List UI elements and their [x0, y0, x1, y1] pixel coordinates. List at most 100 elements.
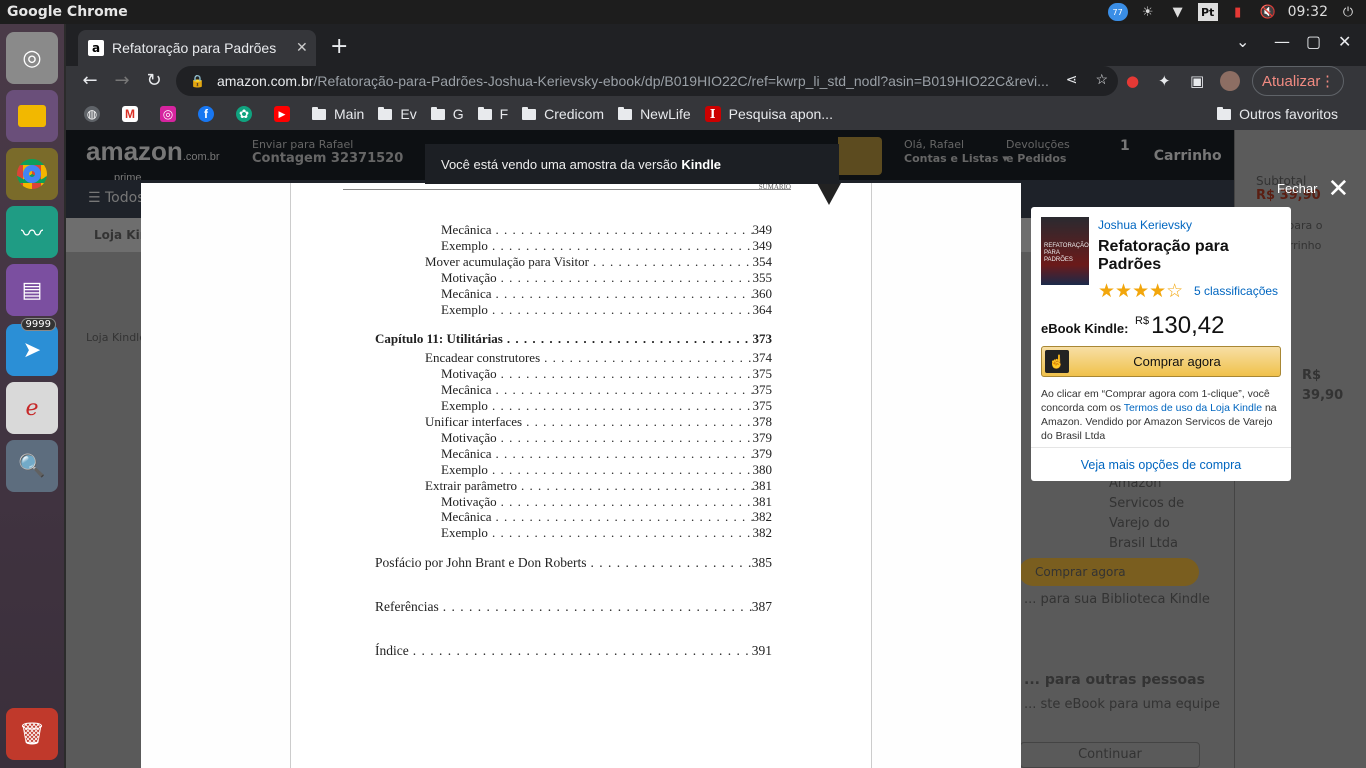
weather-indicator-icon[interactable]: 77: [1107, 3, 1128, 21]
minimize-icon[interactable]: —: [1274, 32, 1290, 51]
price: R$ 130,42: [1135, 312, 1225, 339]
book-page[interactable]: SUMÁRIO Mecânica349Exemplo349Mover acumu…: [290, 183, 872, 768]
system-tray: 77 ☀ ▼ Pt ▮ 🔇 09:32 ⏻: [1107, 0, 1366, 24]
toc-entry: Capítulo 11: Utilitárias373: [375, 331, 772, 347]
bookmark-folder-g[interactable]: G: [430, 106, 464, 122]
new-tab-icon[interactable]: +: [330, 34, 348, 59]
ubuntu-logo-icon[interactable]: ◎: [6, 32, 58, 84]
toc-entry: Extrair parâmetro381: [425, 478, 772, 494]
book-cover[interactable]: REFATORAÇÃO PARA PADRÕES: [1041, 217, 1089, 285]
buy-now-ghost-button[interactable]: Comprar agora: [1019, 558, 1199, 586]
profile-avatar[interactable]: [1220, 71, 1240, 91]
back-icon[interactable]: ←: [78, 70, 102, 91]
account-lists[interactable]: Olá, Rafael Contas e Listas ▾: [904, 138, 1008, 166]
web-page: amazon.com.br prime Enviar para Rafael Con…: [66, 130, 1366, 768]
buy-now-button[interactable]: ☝ Comprar agora: [1041, 346, 1281, 377]
toc-entry: Exemplo375: [441, 398, 772, 414]
toc-entry: Exemplo380: [441, 462, 772, 478]
window-close-icon[interactable]: ✕: [1338, 32, 1351, 51]
all-menu-button[interactable]: ☰ Todos: [88, 190, 145, 206]
clock[interactable]: 09:32: [1288, 3, 1328, 21]
kindle-breadcrumb[interactable]: Loja Kindle: [86, 328, 146, 348]
bookmark-folder-ev[interactable]: Ev: [378, 106, 417, 122]
extension-record-icon[interactable]: ●: [1126, 72, 1139, 90]
ratings-count-link[interactable]: 5 classificações: [1194, 284, 1278, 298]
tab-title: Refatoração para Padrões: [112, 40, 277, 56]
lock-icon[interactable]: 🔒: [190, 74, 205, 88]
tab-strip: a Refatoração para Padrões ✕ + ⌄ — ▢ ✕: [66, 24, 1366, 66]
sample-banner: Você está vendo uma amostra da versão Kin…: [425, 144, 839, 184]
close-reader-button[interactable]: Fechar ✕: [1277, 175, 1349, 201]
share-icon[interactable]: ⋖: [1066, 71, 1078, 88]
toc-entry: Referências387: [375, 599, 772, 615]
volume-muted-icon[interactable]: 🔇: [1258, 3, 1278, 21]
search-app-icon[interactable]: 🔍: [6, 440, 58, 492]
chrome-window: a Refatoração para Padrões ✕ + ⌄ — ▢ ✕ ←…: [66, 24, 1366, 768]
tab-amazon-book[interactable]: a Refatoração para Padrões ✕: [78, 30, 316, 66]
toc-entry: Mecânica379: [441, 446, 772, 462]
battery-icon[interactable]: ▮: [1228, 3, 1248, 21]
side-panel-icon[interactable]: ▣: [1190, 72, 1204, 90]
kindle-terms-link[interactable]: Termos de uso da Loja Kindle: [1124, 402, 1262, 414]
forward-icon[interactable]: →: [110, 70, 134, 91]
book-title: Refatoração para Padrões: [1098, 238, 1229, 273]
maximize-icon[interactable]: ▢: [1306, 32, 1321, 51]
more-buying-options-link[interactable]: Veja mais opções de compra: [1031, 447, 1291, 481]
team-ghost-text: ... ste eBook para uma equipe: [1024, 697, 1221, 712]
toc-entry: Unificar interfaces378: [425, 414, 772, 430]
gift-ghost-heading: ... para outras pessoas: [1024, 672, 1205, 688]
url-path: /Refatoração-para-Padrões-Joshua-Kerievs…: [313, 73, 1049, 89]
bookmark-gmail-icon[interactable]: M: [122, 106, 146, 122]
text-editor-icon[interactable]: ▤: [6, 264, 58, 316]
chrome-app-icon[interactable]: [6, 148, 58, 200]
seller-info: Amazon Servicos de Varejo do Brasil Ltda: [1109, 476, 1185, 551]
tab-close-icon[interactable]: ✕: [296, 40, 308, 56]
telegram-app-icon[interactable]: ➤ 9999: [6, 318, 58, 376]
bookmark-pesquisa[interactable]: I Pesquisa apon...: [704, 106, 833, 122]
brightness-icon[interactable]: ☀: [1138, 3, 1158, 21]
page-bookmark-icon[interactable]: [817, 183, 841, 205]
address-bar[interactable]: 🔒 amazon.com.br /Refatoração-para-Padrõe…: [176, 66, 1118, 96]
system-monitor-icon[interactable]: 〰: [6, 206, 58, 258]
more-menu-icon[interactable]: ⋮: [1320, 72, 1335, 90]
toc-entry: Exemplo364: [441, 302, 772, 318]
toc-entry: Índice391: [375, 643, 772, 659]
app-launcher: ◎ 〰 ▤ ➤ 9999 e 🔍 🗑: [0, 24, 64, 768]
reload-icon[interactable]: ↻: [142, 70, 166, 91]
bookmark-youtube-icon[interactable]: ▶: [274, 106, 298, 122]
trash-icon[interactable]: 🗑: [6, 708, 58, 760]
bookmark-globe-icon[interactable]: ◍: [84, 106, 108, 122]
one-click-hand-icon: ☝: [1045, 350, 1069, 373]
running-header: SUMÁRIO: [343, 183, 791, 191]
author-link[interactable]: Joshua Kerievsky: [1098, 218, 1192, 232]
extensions-puzzle-icon[interactable]: ✦: [1158, 72, 1171, 90]
amazon-search-button[interactable]: [838, 137, 882, 175]
format-label: eBook Kindle:: [1041, 321, 1129, 336]
toc-entry: Exemplo349: [441, 238, 772, 254]
bookmark-folder-newlife[interactable]: NewLife: [618, 106, 691, 122]
bookmark-facebook-icon[interactable]: f: [198, 106, 222, 122]
update-chrome-button[interactable]: Atualizar ⋮: [1252, 66, 1344, 96]
kindle-sample-reader: SUMÁRIO Mecânica349Exemplo349Mover acumu…: [141, 183, 1094, 768]
star-rating[interactable]: ★★★★☆: [1098, 282, 1183, 301]
bookmark-folder-main[interactable]: Main: [312, 106, 364, 122]
bookmark-folder-credicom[interactable]: Credicom: [522, 106, 604, 122]
continue-ghost-button[interactable]: Continuar: [1020, 742, 1200, 768]
tab-search-icon[interactable]: ⌄: [1236, 32, 1249, 51]
cart-link[interactable]: 1Carrinho: [1120, 138, 1222, 164]
other-bookmarks-folder[interactable]: Outros favoritos: [1217, 106, 1338, 122]
bookmark-chatgpt-icon[interactable]: ✿: [236, 106, 260, 122]
bookmark-star-icon[interactable]: ☆: [1095, 71, 1108, 88]
toc-entry: Motivação379: [441, 430, 772, 446]
bookmark-folder-f[interactable]: F: [477, 106, 508, 122]
keyboard-layout-indicator[interactable]: Pt: [1197, 3, 1218, 21]
wifi-icon[interactable]: ▼: [1168, 3, 1188, 21]
power-menu-icon[interactable]: ⏻: [1338, 3, 1358, 21]
bookmark-instagram-icon[interactable]: ◎: [160, 106, 184, 122]
returns-orders[interactable]: Devoluções e Pedidos: [1006, 138, 1070, 166]
buy-box: REFATORAÇÃO PARA PADRÕES Joshua Kerievsk…: [1031, 207, 1291, 481]
files-app-icon[interactable]: [6, 90, 58, 142]
update-label: Atualizar: [1262, 72, 1321, 90]
delivery-location[interactable]: Enviar para Rafael Contagem 32371520: [252, 138, 403, 166]
editor-e-app-icon[interactable]: e: [6, 382, 58, 434]
